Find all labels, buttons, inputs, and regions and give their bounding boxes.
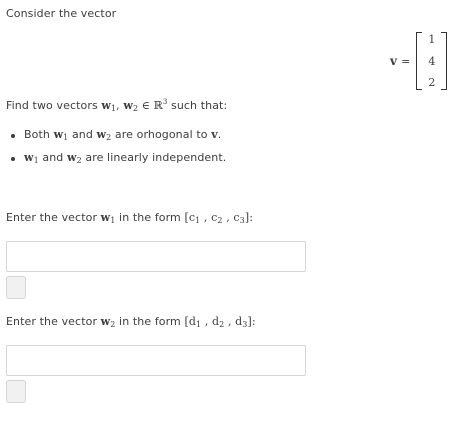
w2-preview-button[interactable]: [6, 380, 26, 403]
bullet-text: Both: [24, 128, 54, 141]
condition-orthogonal: Both w1 and w2 are orhogonal to v.: [24, 128, 221, 142]
w1-preview-button[interactable]: [6, 276, 26, 299]
vector-v-symbol: v: [390, 54, 398, 68]
form-expression: [c1 , c2 , c3]:: [184, 211, 254, 225]
matrix-entry: 1: [428, 33, 436, 46]
task-prefix: Find two vectors: [6, 99, 102, 112]
w2-symbol: w: [100, 315, 111, 328]
bullet-text: are orhogonal to: [111, 128, 212, 141]
bullet-text: and: [38, 151, 67, 164]
equals-sign: =: [401, 54, 411, 68]
matrix-right-bracket: [441, 32, 448, 90]
element-of-symbol: ∈: [138, 99, 154, 112]
w1-field-label: Enter the vector w1 in the form [c1 , c2…: [6, 211, 253, 225]
intro-text: Consider the vector: [6, 7, 117, 20]
w2-symbol: w: [96, 128, 107, 141]
matrix-entry: 4: [428, 54, 436, 68]
real-numbers-symbol: ℝ: [153, 99, 163, 112]
bullet-dot: [11, 134, 15, 138]
w2-input-field[interactable]: [6, 345, 306, 376]
matrix-entry: 2: [428, 76, 436, 89]
w1-symbol: w: [100, 211, 111, 224]
matrix-entries: 1 4 2: [422, 33, 441, 89]
label-text: in the form: [115, 315, 185, 328]
bullet-text: are linearly independent.: [81, 151, 227, 164]
w2-symbol: w: [66, 151, 77, 164]
w1-symbol: w: [24, 151, 34, 164]
bullet-text: and: [68, 128, 97, 141]
task-statement: Find two vectors w1, w2 ∈ ℝ3 such that:: [6, 98, 227, 113]
bullet-text: .: [217, 128, 222, 141]
form-expression: [d1 , d2 , d3]:: [184, 315, 256, 329]
vector-v-display: v = 1 4 2: [390, 32, 448, 90]
w2-field-label: Enter the vector w2 in the form [d1 , d2…: [6, 315, 256, 329]
bullet-dot: [11, 157, 15, 161]
w2-symbol: w: [123, 99, 133, 112]
label-text: Enter the vector: [6, 315, 101, 328]
label-text: in the form: [115, 211, 185, 224]
w1-symbol: w: [101, 99, 111, 112]
label-text: Enter the vector: [6, 211, 101, 224]
task-suffix: such that:: [167, 99, 228, 112]
w1-symbol: w: [53, 128, 64, 141]
w1-input-field[interactable]: [6, 241, 306, 272]
condition-independent: w1 and w2 are linearly independent.: [24, 151, 226, 165]
